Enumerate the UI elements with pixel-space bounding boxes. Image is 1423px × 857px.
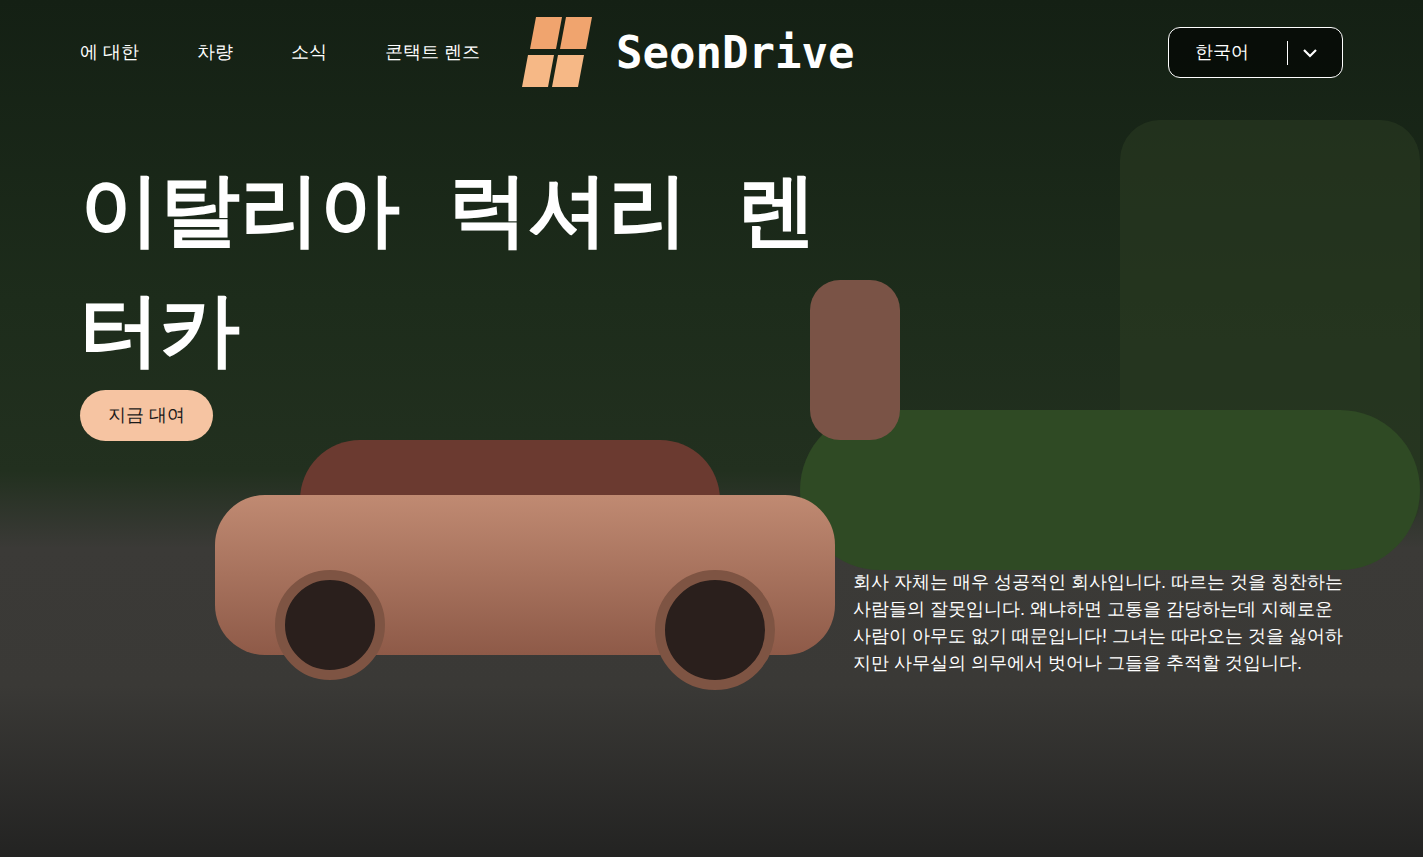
main-nav: 에 대한 차량 소식 콘택트 렌즈 <box>80 39 480 66</box>
nav-item[interactable]: 콘택트 렌즈 <box>385 39 480 66</box>
logo[interactable]: SeonDrive <box>522 15 854 91</box>
site-header: 에 대한차량소식콘택트 렌즈SeonDrive한국어 <box>0 0 1423 78</box>
logo-icon <box>522 15 594 91</box>
hero-description: 회사 자체는 매우 성공적인 회사입니다. 따르는 것을 칭찬하는 사람들의 잘… <box>853 569 1348 677</box>
nav-item[interactable]: 소식 <box>291 39 327 66</box>
nav-item[interactable]: 에 대한 <box>80 39 139 66</box>
hero-title: 이탈리아 럭셔리 렌터카 <box>80 150 860 390</box>
rent-now-button[interactable]: 지금 대여 <box>80 390 213 441</box>
chevron-down-icon <box>1302 48 1318 58</box>
language-select[interactable]: 한국어 <box>1168 27 1343 78</box>
nav-item[interactable]: 차량 <box>197 39 233 66</box>
hero: 이탈리아 럭셔리 렌터카지금 대여회사 자체는 매우 성공적인 회사입니다. 따… <box>0 78 1423 677</box>
logo-text: SeonDrive <box>616 20 854 86</box>
hero-photo <box>0 0 1423 857</box>
